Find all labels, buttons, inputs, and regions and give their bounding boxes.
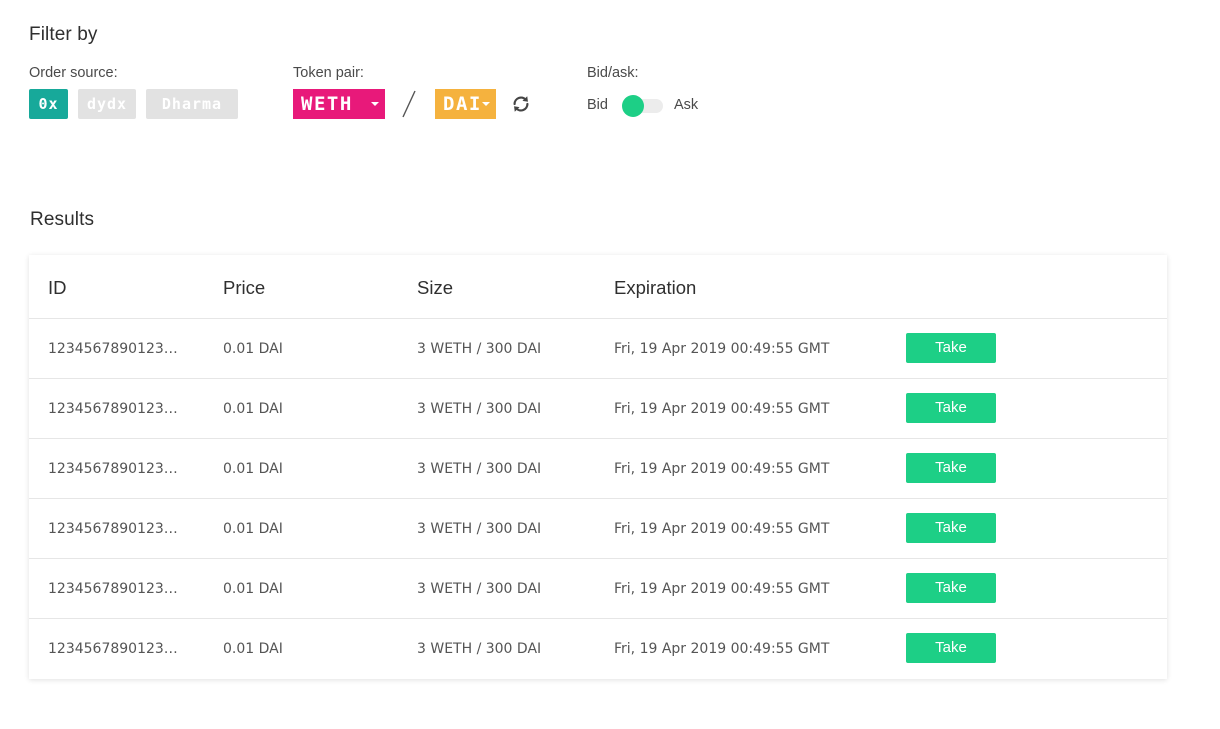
take-button[interactable]: Take (906, 573, 996, 603)
order-price: 0.01 DAI (223, 521, 283, 537)
table-row: 123456789012345... 0.01 DAI 3 WETH / 300… (29, 379, 1167, 439)
column-header-size: Size (417, 277, 453, 298)
order-expiration: Fri, 19 Apr 2019 00:49:55 GMT (614, 521, 830, 537)
bid-ask-toggle[interactable] (621, 95, 665, 117)
results-table: ID Price Size Expiration 123456789012345… (29, 255, 1167, 679)
order-price: 0.01 DAI (223, 341, 283, 357)
order-price: 0.01 DAI (223, 581, 283, 597)
order-id: 123456789012345... (48, 341, 184, 357)
order-id: 123456789012345... (48, 521, 184, 537)
order-size: 3 WETH / 300 DAI (417, 461, 542, 477)
take-button[interactable]: Take (906, 513, 996, 543)
order-price: 0.01 DAI (223, 401, 283, 417)
quote-token-label: DAI (443, 93, 482, 115)
base-token-label: WETH (301, 93, 353, 115)
table-row: 123456789012345... 0.01 DAI 3 WETH / 300… (29, 319, 1167, 379)
take-button[interactable]: Take (906, 633, 996, 663)
order-expiration: Fri, 19 Apr 2019 00:49:55 GMT (614, 401, 830, 417)
chevron-down-icon (482, 102, 490, 106)
order-size: 3 WETH / 300 DAI (417, 341, 542, 357)
base-token-dropdown[interactable]: WETH (293, 89, 385, 119)
order-expiration: Fri, 19 Apr 2019 00:49:55 GMT (614, 641, 830, 657)
table-header: ID Price Size Expiration (29, 255, 1167, 319)
results-title: Results (30, 209, 95, 230)
order-size: 3 WETH / 300 DAI (417, 641, 542, 657)
order-id: 123456789012345... (48, 641, 184, 657)
column-header-id: ID (48, 277, 67, 298)
table-row: 123456789012345... 0.01 DAI 3 WETH / 300… (29, 499, 1167, 559)
ask-option-label: Ask (674, 97, 699, 113)
order-source-label: Order source: (29, 65, 118, 81)
order-id: 123456789012345... (48, 401, 184, 417)
order-price: 0.01 DAI (223, 461, 283, 477)
order-source-0x-button[interactable]: 0x (29, 89, 68, 119)
filter-title: Filter by (29, 24, 98, 45)
order-price: 0.01 DAI (223, 641, 283, 657)
table-body: 123456789012345... 0.01 DAI 3 WETH / 300… (29, 319, 1167, 679)
order-expiration: Fri, 19 Apr 2019 00:49:55 GMT (614, 581, 830, 597)
chevron-down-icon (371, 102, 379, 106)
take-button[interactable]: Take (906, 333, 996, 363)
refresh-icon[interactable] (510, 93, 532, 115)
order-size: 3 WETH / 300 DAI (417, 521, 542, 537)
pair-divider (402, 90, 416, 118)
take-button[interactable]: Take (906, 453, 996, 483)
column-header-price: Price (223, 277, 266, 298)
quote-token-dropdown[interactable]: DAI (435, 89, 496, 119)
order-size: 3 WETH / 300 DAI (417, 581, 542, 597)
order-source-dydx-button[interactable]: dydx (78, 89, 136, 119)
order-expiration: Fri, 19 Apr 2019 00:49:55 GMT (614, 341, 830, 357)
take-button[interactable]: Take (906, 393, 996, 423)
toggle-knob (622, 95, 644, 117)
order-id: 123456789012345... (48, 461, 184, 477)
bid-ask-label: Bid/ask: (587, 65, 639, 81)
order-source-dharma-button[interactable]: Dharma (146, 89, 238, 119)
bid-option-label: Bid (587, 97, 608, 113)
column-header-expiration: Expiration (614, 277, 697, 298)
token-pair-label: Token pair: (293, 65, 364, 81)
table-row: 123456789012345... 0.01 DAI 3 WETH / 300… (29, 619, 1167, 679)
table-row: 123456789012345... 0.01 DAI 3 WETH / 300… (29, 439, 1167, 499)
order-id: 123456789012345... (48, 581, 184, 597)
order-size: 3 WETH / 300 DAI (417, 401, 542, 417)
order-expiration: Fri, 19 Apr 2019 00:49:55 GMT (614, 461, 830, 477)
table-row: 123456789012345... 0.01 DAI 3 WETH / 300… (29, 559, 1167, 619)
